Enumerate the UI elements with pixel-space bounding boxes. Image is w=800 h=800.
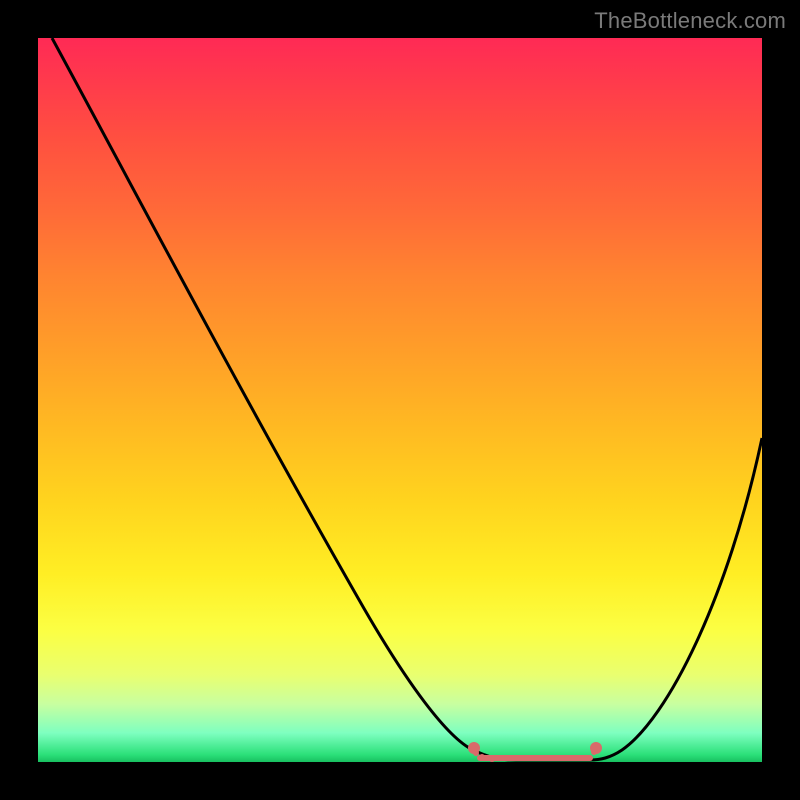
- curve-layer: [38, 38, 762, 762]
- marker-dot: [473, 750, 479, 756]
- bottleneck-curve: [52, 38, 762, 760]
- marker-dot: [479, 754, 485, 760]
- marker-dot: [489, 756, 495, 762]
- marker-dot: [591, 749, 597, 755]
- watermark-text: TheBottleneck.com: [594, 8, 786, 34]
- plot-area: [38, 38, 762, 762]
- chart-frame: TheBottleneck.com: [0, 0, 800, 800]
